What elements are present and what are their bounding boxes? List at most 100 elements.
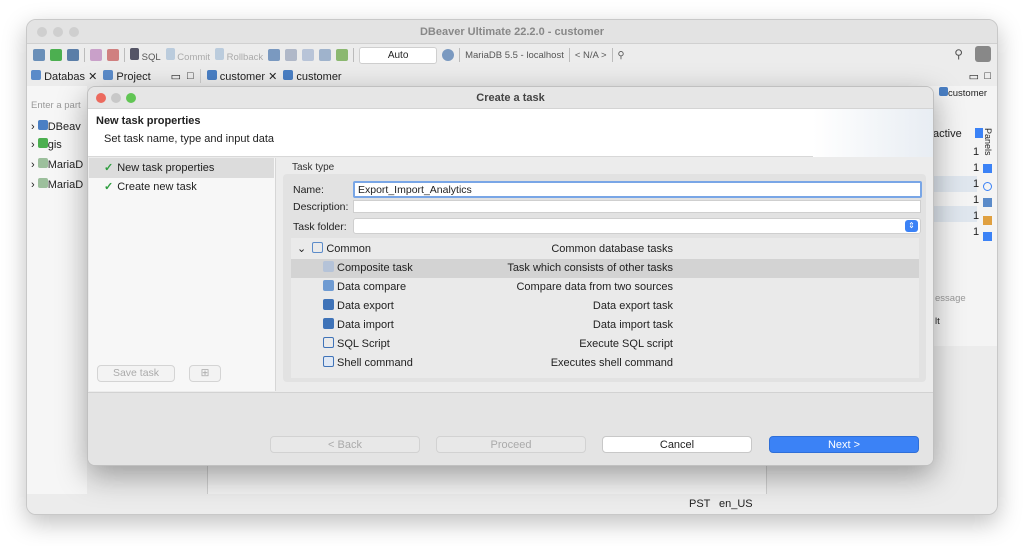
navigator-item[interactable]: › MariaD bbox=[31, 178, 83, 191]
value-cell: 1 bbox=[973, 210, 980, 222]
task-folder-select[interactable]: ⇕ bbox=[353, 218, 921, 234]
status-bar: PST en_US bbox=[27, 494, 997, 514]
result-label: lt bbox=[935, 316, 940, 327]
transaction-mode-select[interactable]: Auto bbox=[359, 46, 438, 64]
commit-icon bbox=[165, 47, 175, 60]
locale-status: en_US bbox=[719, 498, 753, 510]
back-button[interactable]: < Back bbox=[270, 436, 420, 453]
step-create-new-task[interactable]: ✓ Create new task bbox=[89, 177, 274, 197]
dialog-zoom-button[interactable] bbox=[126, 93, 136, 103]
save-task-button[interactable]: Save task bbox=[97, 365, 175, 382]
close-icon[interactable]: ✕ bbox=[268, 71, 277, 83]
cloud-icon[interactable] bbox=[302, 49, 315, 61]
active-schema-select[interactable]: < N/A > bbox=[575, 50, 607, 61]
commit-button[interactable]: Commit bbox=[165, 47, 210, 63]
tree-item-data-compare[interactable]: Data compare Compare data from two sourc… bbox=[291, 278, 919, 297]
data-compare-icon bbox=[323, 280, 334, 291]
tree-item-data-import[interactable]: Data import Data import task bbox=[291, 316, 919, 335]
debug-icon[interactable] bbox=[336, 49, 349, 61]
network-icon[interactable] bbox=[319, 49, 332, 61]
sql-script-icon bbox=[323, 337, 334, 348]
tab-customer-2[interactable]: customer bbox=[283, 69, 342, 83]
close-window-button[interactable] bbox=[37, 27, 47, 37]
mariadb-icon bbox=[37, 178, 48, 188]
table-icon bbox=[939, 87, 948, 96]
table-icon bbox=[206, 69, 217, 80]
tab-database-navigator[interactable]: Databas ✕ bbox=[31, 69, 97, 83]
tab-customer-1[interactable]: customer ✕ bbox=[206, 69, 277, 83]
right-tab-customer[interactable]: customer bbox=[939, 87, 987, 99]
task-type-panel: Task type Name: Export_Import_Analytics … bbox=[277, 158, 933, 391]
database-navigator: Enter a part › DBeav › gis › MariaD › Ma… bbox=[27, 86, 87, 506]
maximize-icon[interactable]: □ bbox=[187, 70, 194, 82]
mariadb-icon bbox=[37, 158, 48, 168]
task-name-input[interactable]: Export_Import_Analytics bbox=[353, 181, 922, 198]
transaction-icon[interactable] bbox=[268, 49, 281, 61]
table-icon bbox=[283, 69, 294, 80]
navigator-item[interactable]: › gis bbox=[31, 138, 62, 151]
rollback-button[interactable]: Rollback bbox=[215, 47, 263, 63]
cancel-button[interactable]: Cancel bbox=[602, 436, 752, 453]
value-cell: 1 bbox=[973, 194, 980, 206]
hierarchy-icon: ⊞ bbox=[200, 367, 210, 379]
minimize-icon[interactable]: ▭ bbox=[171, 70, 181, 83]
shell-command-icon bbox=[323, 356, 334, 367]
task-folder-label: Task folder: bbox=[293, 221, 347, 233]
connect-icon[interactable] bbox=[50, 49, 62, 61]
next-button[interactable]: Next > bbox=[769, 436, 919, 453]
lock-icon[interactable] bbox=[285, 49, 298, 61]
close-icon[interactable]: ✕ bbox=[88, 71, 97, 83]
task-hierarchy-button[interactable]: ⊞ bbox=[189, 365, 221, 382]
history-icon[interactable] bbox=[442, 49, 455, 61]
sql-editor-button[interactable]: SQL bbox=[130, 47, 161, 63]
zoom-window-button[interactable] bbox=[69, 27, 79, 37]
data-import-icon bbox=[323, 318, 334, 329]
panels-label[interactable]: Panels bbox=[983, 128, 993, 156]
dialog-minimize-button[interactable] bbox=[111, 93, 121, 103]
dialog-header: New task properties Set task name, type … bbox=[88, 109, 933, 157]
maximize-icon[interactable]: □ bbox=[984, 70, 991, 82]
minimize-window-button[interactable] bbox=[53, 27, 63, 37]
filter-icon[interactable] bbox=[975, 128, 983, 138]
tree-item-data-export[interactable]: Data export Data export task bbox=[291, 297, 919, 316]
database-icon bbox=[37, 138, 48, 148]
active-connection-select[interactable]: MariaDB 5.5 - localhost bbox=[465, 50, 564, 61]
proceed-button[interactable]: Proceed bbox=[436, 436, 586, 453]
window-title: DBeaver Ultimate 22.2.0 - customer bbox=[419, 26, 605, 38]
navigator-filter-input[interactable]: Enter a part bbox=[31, 100, 85, 116]
message-label: essage bbox=[935, 293, 966, 304]
tree-item-sql-script[interactable]: SQL Script Execute SQL script bbox=[291, 335, 919, 354]
dialog-close-button[interactable] bbox=[96, 93, 106, 103]
minimize-icon[interactable]: ▭ bbox=[969, 70, 979, 83]
tree-group-common[interactable]: ⌄ Common Common database tasks bbox=[291, 240, 919, 259]
plugin-icon[interactable] bbox=[90, 49, 102, 61]
panel-icon[interactable] bbox=[983, 232, 992, 241]
window-titlebar: DBeaver Ultimate 22.2.0 - customer bbox=[27, 20, 997, 44]
timezone-status: PST bbox=[689, 498, 711, 510]
chart-icon[interactable] bbox=[983, 216, 992, 225]
dialog-titlebar: Create a task bbox=[88, 87, 933, 109]
search-icon[interactable]: ⚲ bbox=[618, 50, 625, 61]
navigator-item[interactable]: › DBeav bbox=[31, 120, 81, 133]
checkmark-icon: ✓ bbox=[104, 162, 114, 174]
task-type-tree: ⌄ Common Common database tasks Composite… bbox=[291, 238, 919, 378]
step-new-task-properties[interactable]: ✓ New task properties bbox=[89, 158, 274, 178]
navigator-item[interactable]: › MariaD bbox=[31, 158, 83, 171]
tab-project[interactable]: Project bbox=[103, 69, 151, 83]
task-description-input[interactable] bbox=[353, 200, 921, 213]
tree-item-composite-task[interactable]: Composite task Task which consists of ot… bbox=[291, 259, 919, 278]
global-search-icon[interactable]: ⚲ bbox=[954, 47, 963, 61]
rollback-icon bbox=[215, 47, 225, 60]
perspective-icon[interactable] bbox=[975, 46, 991, 62]
database-icon[interactable] bbox=[67, 49, 79, 61]
folder-icon bbox=[312, 242, 324, 253]
project-icon bbox=[103, 69, 114, 80]
disconnect-icon[interactable] bbox=[107, 49, 119, 61]
tree-item-shell-command[interactable]: Shell command Executes shell command bbox=[291, 354, 919, 373]
new-connection-icon[interactable] bbox=[33, 49, 45, 61]
globe-icon[interactable] bbox=[983, 182, 992, 191]
task-form: Name: Export_Import_Analytics Descriptio… bbox=[283, 174, 926, 382]
grid-icon[interactable] bbox=[983, 164, 992, 173]
value-cell: 1 bbox=[973, 226, 980, 238]
calendar-icon[interactable] bbox=[983, 198, 992, 207]
